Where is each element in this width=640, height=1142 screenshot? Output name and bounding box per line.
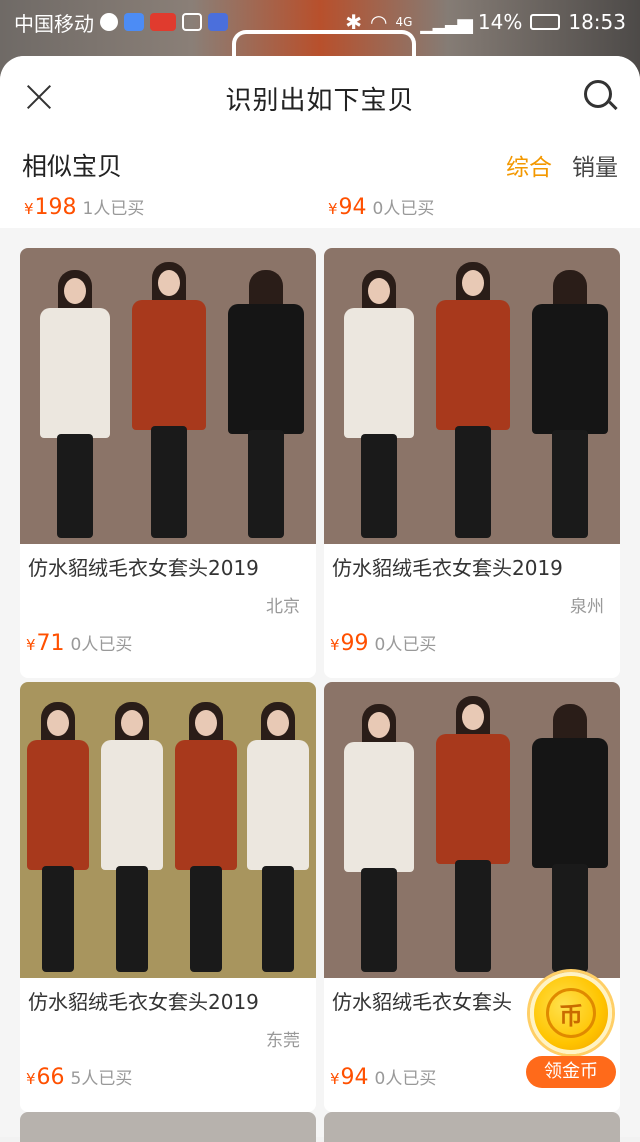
- sold-count: 0人已买: [70, 635, 133, 655]
- product-price-row: ¥94 0人已买: [330, 1064, 436, 1090]
- tab-sales[interactable]: 销量: [572, 148, 618, 182]
- section-header: 相似宝贝 综合 销量: [0, 140, 640, 190]
- sold-count: 5人已买: [70, 1069, 133, 1089]
- product-card-partial[interactable]: [20, 1112, 316, 1142]
- app-icon: [124, 13, 144, 31]
- sort-tabs: 综合 销量: [506, 148, 618, 182]
- carrier-label: 中国移动: [14, 11, 94, 36]
- sheet-title: 识别出如下宝贝: [225, 85, 415, 116]
- signal-icon: ▁▂▃▅: [420, 10, 473, 34]
- sold-count: 0人已买: [374, 1069, 437, 1089]
- product-price-row: ¥99 0人已买: [330, 630, 436, 656]
- product-title: 仿水貂绒毛衣女套头2019: [332, 556, 563, 580]
- sold-count: 1人已买: [82, 199, 145, 219]
- camera-app-icon: [182, 13, 202, 31]
- currency-symbol: ¥: [26, 1070, 36, 1088]
- battery-icon: [530, 14, 561, 30]
- battery-percent: 14%: [477, 10, 523, 34]
- product-price-row: ¥71 0人已买: [26, 630, 132, 656]
- bluetooth-icon: ✱: [345, 10, 362, 34]
- price-value: 198: [34, 195, 77, 220]
- network-label: 4G: [395, 15, 413, 29]
- currency-symbol: ¥: [330, 636, 340, 654]
- currency-symbol: ¥: [24, 200, 34, 218]
- partial-row: ¥198 1人已买 ¥94 0人已买: [0, 190, 640, 228]
- status-bar: 中国移动 ✱ ◠ 4G ▁▂▃▅ 14% 18:53: [0, 0, 640, 44]
- sold-count: 0人已买: [374, 635, 437, 655]
- price-value: 66: [36, 1065, 65, 1090]
- product-image: [20, 248, 316, 544]
- sold-count: 0人已买: [372, 199, 435, 219]
- section-title: 相似宝贝: [22, 152, 123, 181]
- get-coins-label: 领金币: [526, 1056, 616, 1088]
- sheet-header: 识别出如下宝贝: [0, 56, 640, 140]
- news-app-icon: [150, 13, 176, 31]
- price-value: 94: [340, 1065, 369, 1090]
- currency-symbol: ¥: [26, 636, 36, 654]
- product-title: 仿水貂绒毛衣女套头2019: [28, 990, 259, 1014]
- get-coins-button[interactable]: 币 领金币: [522, 972, 618, 1092]
- close-icon[interactable]: [22, 80, 56, 114]
- music-app-icon: [208, 13, 228, 31]
- product-image: [324, 682, 620, 978]
- product-image: [324, 248, 620, 544]
- product-card[interactable]: 仿水貂绒毛衣女套头2019 东莞 ¥66 5人已买: [20, 682, 316, 1112]
- coin-glyph: 币: [546, 988, 596, 1038]
- product-price-row: ¥66 5人已买: [26, 1064, 132, 1090]
- product-location: 泉州: [570, 597, 604, 617]
- product-card[interactable]: 仿水貂绒毛衣女套头2019 北京 ¥71 0人已买: [20, 248, 316, 678]
- clock: 18:53: [568, 10, 626, 34]
- price-value: 99: [340, 631, 369, 656]
- product-image: [20, 682, 316, 978]
- product-location: 北京: [266, 597, 300, 617]
- product-title: 仿水貂绒毛衣女套头: [332, 990, 512, 1014]
- product-card-partial[interactable]: [324, 1112, 620, 1142]
- message-icon: [100, 13, 118, 31]
- partial-item[interactable]: ¥198 1人已买: [24, 194, 144, 220]
- tab-comprehensive[interactable]: 综合: [506, 148, 552, 182]
- price-value: 94: [338, 195, 367, 220]
- wifi-icon: ◠: [369, 10, 388, 34]
- product-title: 仿水貂绒毛衣女套头2019: [28, 556, 259, 580]
- product-card[interactable]: 仿水貂绒毛衣女套头2019 泉州 ¥99 0人已买: [324, 248, 620, 678]
- price-value: 71: [36, 631, 65, 656]
- search-icon[interactable]: [582, 78, 618, 114]
- currency-symbol: ¥: [328, 200, 338, 218]
- partial-item[interactable]: ¥94 0人已买: [328, 194, 434, 220]
- product-location: 东莞: [266, 1031, 300, 1051]
- currency-symbol: ¥: [330, 1070, 340, 1088]
- coin-icon: 币: [530, 972, 612, 1054]
